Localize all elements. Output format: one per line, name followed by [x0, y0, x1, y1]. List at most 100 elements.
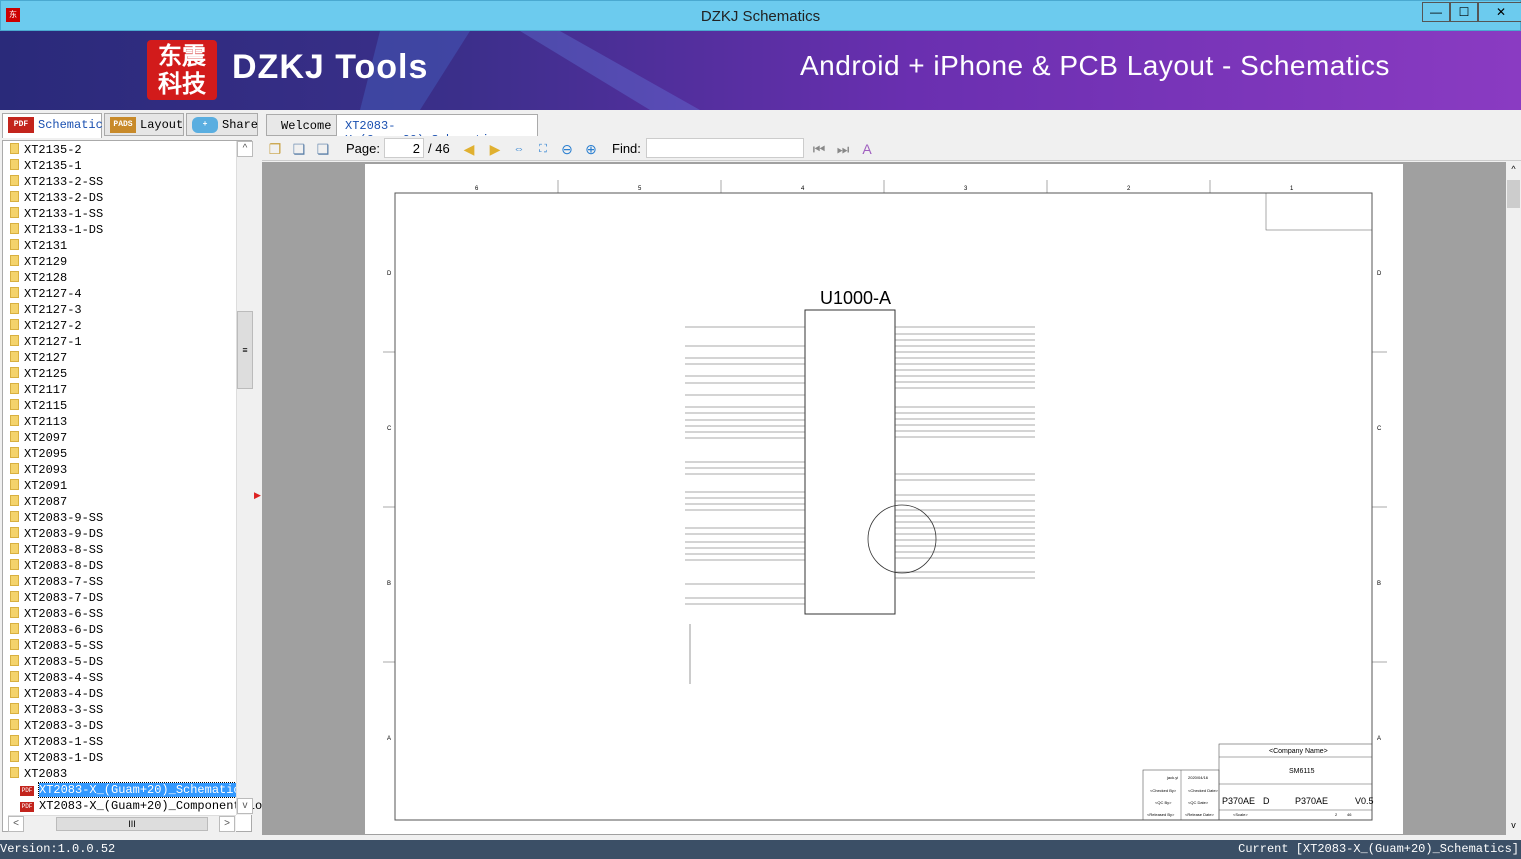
tab-welcome[interactable]: Welcome	[266, 114, 338, 136]
drawing-number: P370AE	[1295, 796, 1328, 806]
tree-folder[interactable]: XT2083-8-DS	[10, 559, 103, 575]
collapse-panel-handle[interactable]: ▶	[254, 490, 261, 501]
tree-folder[interactable]: XT2129	[10, 255, 67, 271]
tab-schematic[interactable]: PDF Schematic	[2, 113, 103, 138]
folder-icon	[10, 319, 19, 330]
find-next-icon[interactable]: ⏭	[834, 140, 852, 158]
title-block: <Company Name> SM6115 jack.yi 2020/04/16…	[1142, 743, 1374, 821]
zoom-in-icon[interactable]: ⊕	[582, 140, 600, 158]
scale: <Scale>	[1233, 812, 1248, 817]
single-page-icon[interactable]: ❏	[290, 140, 308, 158]
scroll-left-icon[interactable]: <	[8, 816, 24, 832]
tree-folder[interactable]: XT2135-2	[10, 143, 82, 159]
next-page-icon[interactable]: ▶	[486, 140, 504, 158]
tree-folder[interactable]: XT2083-7-SS	[10, 575, 103, 591]
tree-folder[interactable]: XT2087	[10, 495, 67, 511]
folder-icon	[10, 479, 19, 490]
folder-label: XT2127-1	[24, 335, 82, 349]
tree-folder[interactable]: XT2083-3-SS	[10, 703, 103, 719]
folder-label: XT2127-4	[24, 287, 82, 301]
previous-page-icon[interactable]: ◀	[460, 140, 478, 158]
file-label: XT2083-X_(Guam+20)_Schematics	[38, 782, 249, 798]
tree-folder[interactable]: XT2127-4	[10, 287, 82, 303]
scroll-down-icon[interactable]: v	[1506, 820, 1521, 830]
tree-file[interactable]: PDF XT2083-X_(Guam+20)_Schematics	[20, 782, 249, 799]
tree-horizontal-scrollbar[interactable]: < III >	[8, 815, 236, 832]
tree-folder[interactable]: XT2083-7-DS	[10, 591, 103, 607]
folder-icon	[10, 543, 19, 554]
tree-folder[interactable]: XT2127-2	[10, 319, 82, 335]
tree-folder[interactable]: XT2115	[10, 399, 67, 415]
tree-folder[interactable]: XT2083-4-DS	[10, 687, 103, 703]
tree-folder[interactable]: XT2133-2-SS	[10, 175, 103, 191]
scroll-thumb[interactable]: III	[56, 817, 208, 831]
tree-folder[interactable]: XT2083-1-DS	[10, 751, 103, 767]
released-by: <Released By>	[1147, 812, 1175, 817]
sheet-total: 46	[1347, 812, 1352, 817]
folder-label: XT2083-8-DS	[24, 559, 104, 573]
tree-folder[interactable]: XT2128	[10, 271, 67, 287]
fit-width-icon[interactable]: ⇔	[510, 140, 528, 158]
tree-folder[interactable]: XT2127-3	[10, 303, 82, 319]
page-input[interactable]	[384, 138, 424, 158]
tree-folder[interactable]: XT2133-1-SS	[10, 207, 103, 223]
code: P370AE	[1222, 796, 1255, 806]
tab-label: Welcome	[281, 119, 332, 133]
tree-folder[interactable]: XT2133-1-DS	[10, 223, 103, 239]
tree-folder[interactable]: XT2083	[10, 767, 67, 783]
scroll-thumb[interactable]: ≡	[237, 311, 253, 389]
maximize-button[interactable]: ☐	[1450, 2, 1478, 22]
document-vertical-scrollbar[interactable]: ^ v	[1506, 162, 1521, 835]
tree-folder[interactable]: XT2083-4-SS	[10, 671, 103, 687]
tree-folder[interactable]: XT2097	[10, 431, 67, 447]
tree-folder[interactable]: XT2083-5-DS	[10, 655, 103, 671]
tree-folder[interactable]: XT2131	[10, 239, 67, 255]
folder-icon	[10, 271, 19, 282]
tree-folder[interactable]: XT2083-3-DS	[10, 719, 103, 735]
folder-label: XT2083-1-SS	[24, 735, 104, 749]
scroll-down-icon[interactable]: v	[237, 798, 253, 814]
tab-layout[interactable]: PADS Layout	[104, 113, 184, 136]
minimize-button[interactable]: —	[1422, 2, 1450, 22]
scroll-right-icon[interactable]: >	[219, 816, 235, 832]
tree-folder[interactable]: XT2133-2-DS	[10, 191, 103, 207]
match-case-icon[interactable]: A	[858, 140, 876, 158]
tab-share[interactable]: + Share	[186, 113, 258, 136]
tree-folder[interactable]: XT2083-8-SS	[10, 543, 103, 559]
tree-vertical-scrollbar[interactable]: ^ ≡ v	[236, 141, 253, 815]
scroll-up-icon[interactable]: ^	[1506, 164, 1521, 174]
tree-folder[interactable]: XT2083-9-SS	[10, 511, 103, 527]
tree-folder[interactable]: XT2127	[10, 351, 67, 367]
tree-folder[interactable]: XT2083-6-SS	[10, 607, 103, 623]
tree-folder[interactable]: XT2135-1	[10, 159, 82, 175]
folder-label: XT2083	[24, 767, 68, 781]
folder-icon	[10, 207, 19, 218]
folder-label: XT2125	[24, 367, 68, 381]
tree-folder[interactable]: XT2117	[10, 383, 67, 399]
tree-folder[interactable]: XT2091	[10, 479, 67, 495]
folder-icon	[10, 351, 19, 362]
tree-folder[interactable]: XT2083-6-DS	[10, 623, 103, 639]
tree-folder[interactable]: XT2113	[10, 415, 67, 431]
row-label: A	[1377, 736, 1381, 742]
scroll-up-icon[interactable]: ^	[237, 141, 253, 157]
tree-folder[interactable]: XT2127-1	[10, 335, 82, 351]
fit-page-icon[interactable]: ⛶	[534, 140, 552, 158]
find-input[interactable]	[646, 138, 804, 158]
tab-document[interactable]: XT2083-X_(Guam+20)_Schematics ✕	[336, 114, 538, 147]
tree-folder[interactable]: XT2095	[10, 447, 67, 463]
tree-folder[interactable]: XT2083-9-DS	[10, 527, 103, 543]
zoom-out-icon[interactable]: ⊖	[558, 140, 576, 158]
double-page-icon[interactable]: ❏	[314, 140, 332, 158]
tree-folder[interactable]: XT2125	[10, 367, 67, 383]
version-text: Version:1.0.0.52	[0, 842, 116, 856]
tree-folder[interactable]: XT2093	[10, 463, 67, 479]
folder-label: XT2083-5-DS	[24, 655, 104, 669]
find-previous-icon[interactable]: ⏮	[810, 140, 828, 158]
tree-folder[interactable]: XT2083-5-SS	[10, 639, 103, 655]
pdf-icon: PDF	[20, 802, 34, 812]
copy-icon[interactable]: ❐	[266, 140, 284, 158]
close-button[interactable]: ✕	[1478, 2, 1521, 22]
scroll-thumb[interactable]	[1507, 180, 1520, 208]
tree-folder[interactable]: XT2083-1-SS	[10, 735, 103, 751]
